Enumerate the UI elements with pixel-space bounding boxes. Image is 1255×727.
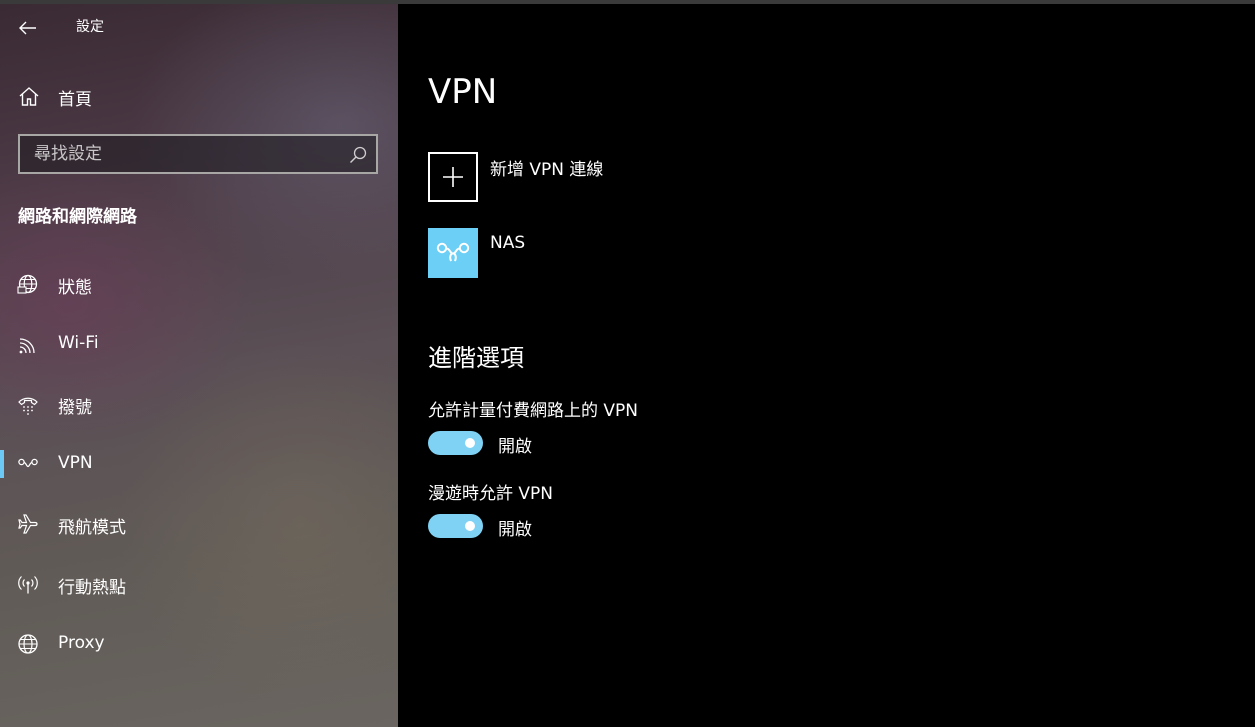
section-title: 網路和網際網路 — [18, 207, 137, 227]
sidebar-item-label: VPN — [58, 453, 93, 473]
sidebar: 設定 首頁 網路和網際網路 狀態 — [0, 4, 398, 727]
main-content: VPN 新增 VPN 連線 NAS 進階選項 允許計量付費網路上的 VPN 開啟… — [398, 4, 1255, 727]
roaming-vpn-toggle[interactable] — [428, 514, 483, 538]
app-title: 設定 — [76, 19, 104, 35]
advanced-options-title: 進階選項 — [428, 344, 524, 372]
vpn-icon — [17, 453, 39, 475]
roaming-vpn-state: 開啟 — [498, 520, 532, 540]
connection-tile — [428, 228, 478, 278]
sidebar-item-label: 撥號 — [58, 398, 92, 418]
search-box — [18, 134, 378, 174]
add-tile — [428, 152, 478, 202]
sidebar-item-wifi[interactable]: Wi-Fi — [0, 322, 398, 366]
search-input[interactable] — [20, 136, 340, 172]
sidebar-item-home[interactable]: 首頁 — [0, 76, 398, 116]
home-icon — [18, 86, 40, 108]
toggle-knob — [465, 438, 475, 448]
sidebar-item-airplane[interactable]: 飛航模式 — [0, 502, 398, 546]
page-title: VPN — [428, 72, 498, 112]
sidebar-item-label: 狀態 — [58, 278, 92, 298]
sidebar-item-dialup[interactable]: 撥號 — [0, 382, 398, 426]
sidebar-item-label: Proxy — [58, 633, 105, 653]
sidebar-item-proxy[interactable]: Proxy — [0, 622, 398, 666]
metered-vpn-label: 允許計量付費網路上的 VPN — [428, 401, 639, 421]
roaming-vpn-label: 漫遊時允許 VPN — [428, 484, 554, 504]
wifi-icon — [17, 333, 39, 355]
sidebar-item-label: 行動熱點 — [58, 578, 126, 598]
search-icon[interactable] — [348, 145, 368, 165]
toggle-knob — [465, 521, 475, 531]
vpn-connection-icon — [436, 242, 470, 262]
dialup-icon — [17, 393, 39, 415]
globe-status-icon — [17, 273, 39, 295]
sidebar-item-status[interactable]: 狀態 — [0, 262, 398, 306]
sidebar-item-hotspot[interactable]: 行動熱點 — [0, 562, 398, 606]
home-label: 首頁 — [58, 90, 92, 110]
sidebar-item-label: Wi-Fi — [58, 333, 99, 353]
sidebar-item-vpn[interactable]: VPN — [0, 442, 398, 486]
back-arrow-icon — [19, 21, 36, 35]
globe-icon — [17, 633, 39, 655]
vpn-connection-item[interactable]: NAS — [428, 228, 728, 280]
add-vpn-button[interactable]: 新增 VPN 連線 — [428, 152, 728, 204]
back-button[interactable] — [10, 10, 46, 46]
metered-vpn-state: 開啟 — [498, 437, 532, 457]
plus-icon — [443, 167, 463, 187]
hotspot-icon — [17, 573, 39, 595]
connection-name: NAS — [490, 233, 526, 253]
airplane-icon — [17, 513, 39, 535]
metered-vpn-toggle[interactable] — [428, 431, 483, 455]
sidebar-item-label: 飛航模式 — [58, 518, 126, 538]
add-vpn-label: 新增 VPN 連線 — [490, 160, 604, 180]
